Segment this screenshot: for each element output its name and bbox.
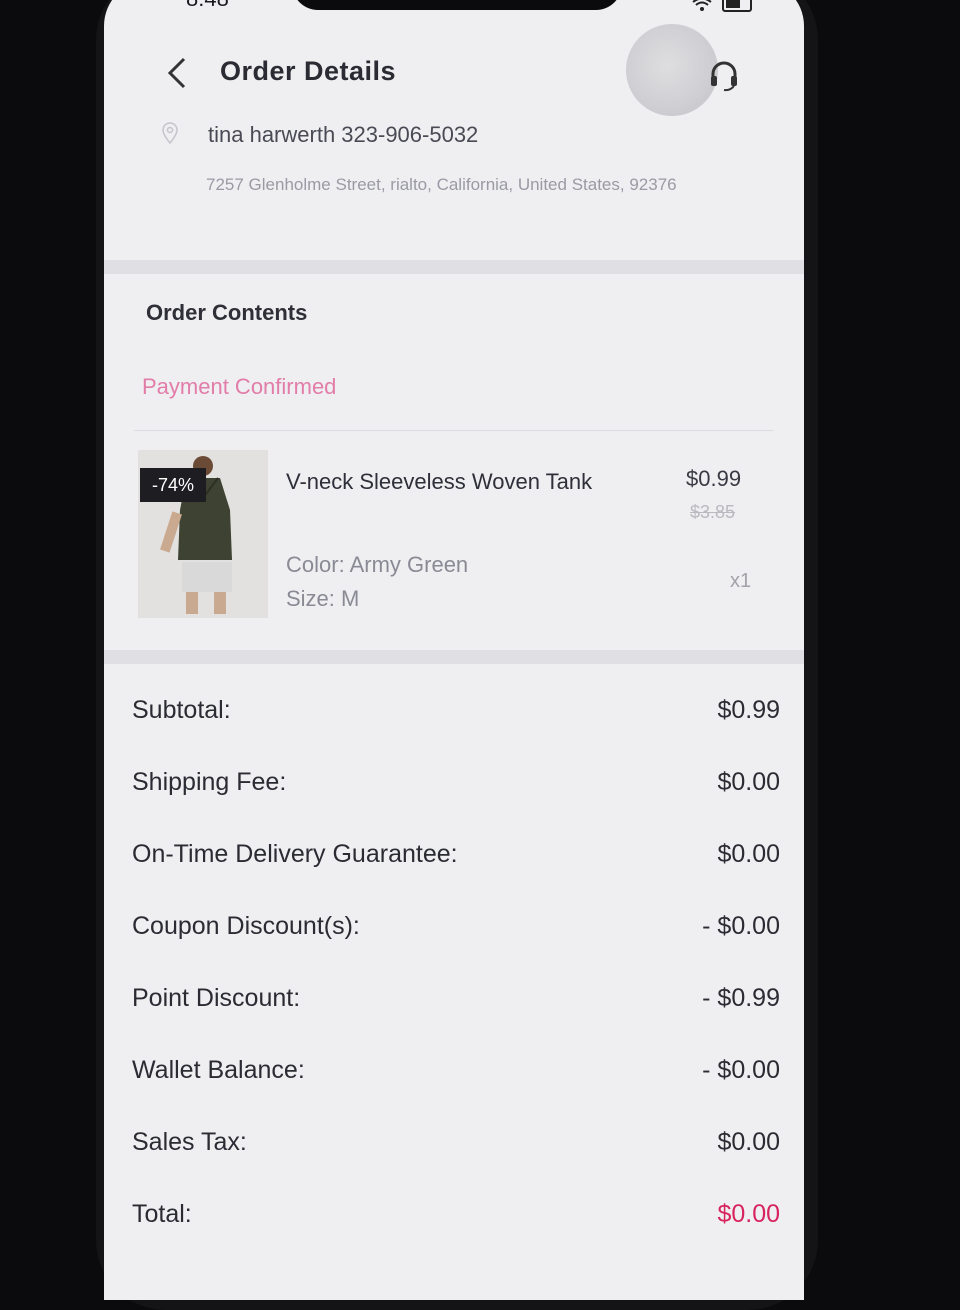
section-divider [104, 260, 804, 274]
summary-value: - $0.00 [702, 1056, 780, 1084]
wifi-icon [692, 0, 712, 11]
app-screen: 8:48 Order Details tina harwerth 323-906… [104, 0, 804, 1300]
back-arrow-icon[interactable] [162, 56, 192, 90]
product-quantity: x1 [730, 570, 752, 592]
summary-row-coupon: Coupon Discount(s): - $0.00 [132, 912, 780, 941]
summary-row-sales-tax: Sales Tax: $0.00 [132, 1128, 780, 1157]
discount-badge: -74% [140, 468, 206, 502]
customer-support-icon[interactable] [706, 58, 742, 94]
payment-status: Payment Confirmed [142, 374, 337, 399]
summary-label: Sales Tax: [132, 1128, 247, 1156]
summary-label: Subtotal: [132, 696, 231, 724]
summary-value: $0.99 [717, 696, 780, 724]
product-name[interactable]: V-neck Sleeveless Woven Tank [286, 464, 606, 499]
battery-icon [722, 0, 752, 12]
summary-label: Total: [132, 1200, 192, 1228]
address-line: 7257 Glenholme Street, rialto, Californi… [206, 175, 677, 194]
product-size: Size: M [286, 586, 360, 611]
summary-row-delivery-guarantee: On-Time Delivery Guarantee: $0.00 [132, 840, 780, 869]
summary-label: Shipping Fee: [132, 768, 287, 796]
location-pin-icon [162, 122, 178, 144]
status-icons [692, 0, 752, 12]
total-value: $0.00 [717, 1200, 780, 1228]
summary-value: - $0.00 [702, 912, 780, 940]
address-contact: tina harwerth 323-906-5032 [208, 122, 479, 147]
summary-label: On-Time Delivery Guarantee: [132, 840, 458, 868]
section-divider [104, 650, 804, 664]
product-price: $0.99 [686, 466, 742, 491]
avatar [626, 24, 718, 116]
order-contents-title: Order Contents [146, 300, 308, 325]
summary-row-wallet: Wallet Balance: - $0.00 [132, 1056, 780, 1085]
product-original-price: $3.85 [690, 502, 736, 522]
page-title: Order Details [220, 56, 397, 86]
summary-value: $0.00 [717, 1128, 780, 1156]
summary-value: - $0.99 [702, 984, 780, 1012]
summary-label: Coupon Discount(s): [132, 912, 360, 940]
summary-row-shipping: Shipping Fee: $0.00 [132, 768, 780, 797]
summary-value: $0.00 [717, 768, 780, 796]
product-color: Color: Army Green [286, 552, 469, 577]
summary-value: $0.00 [717, 840, 780, 868]
summary-label: Point Discount: [132, 984, 301, 1012]
divider [134, 430, 774, 431]
summary-label: Wallet Balance: [132, 1056, 305, 1084]
device-notch [292, 0, 622, 10]
summary-row-point-discount: Point Discount: - $0.99 [132, 984, 780, 1013]
summary-row-total: Total: $0.00 [132, 1200, 780, 1229]
status-time: 8:48 [186, 0, 229, 12]
summary-row-subtotal: Subtotal: $0.99 [132, 696, 780, 725]
